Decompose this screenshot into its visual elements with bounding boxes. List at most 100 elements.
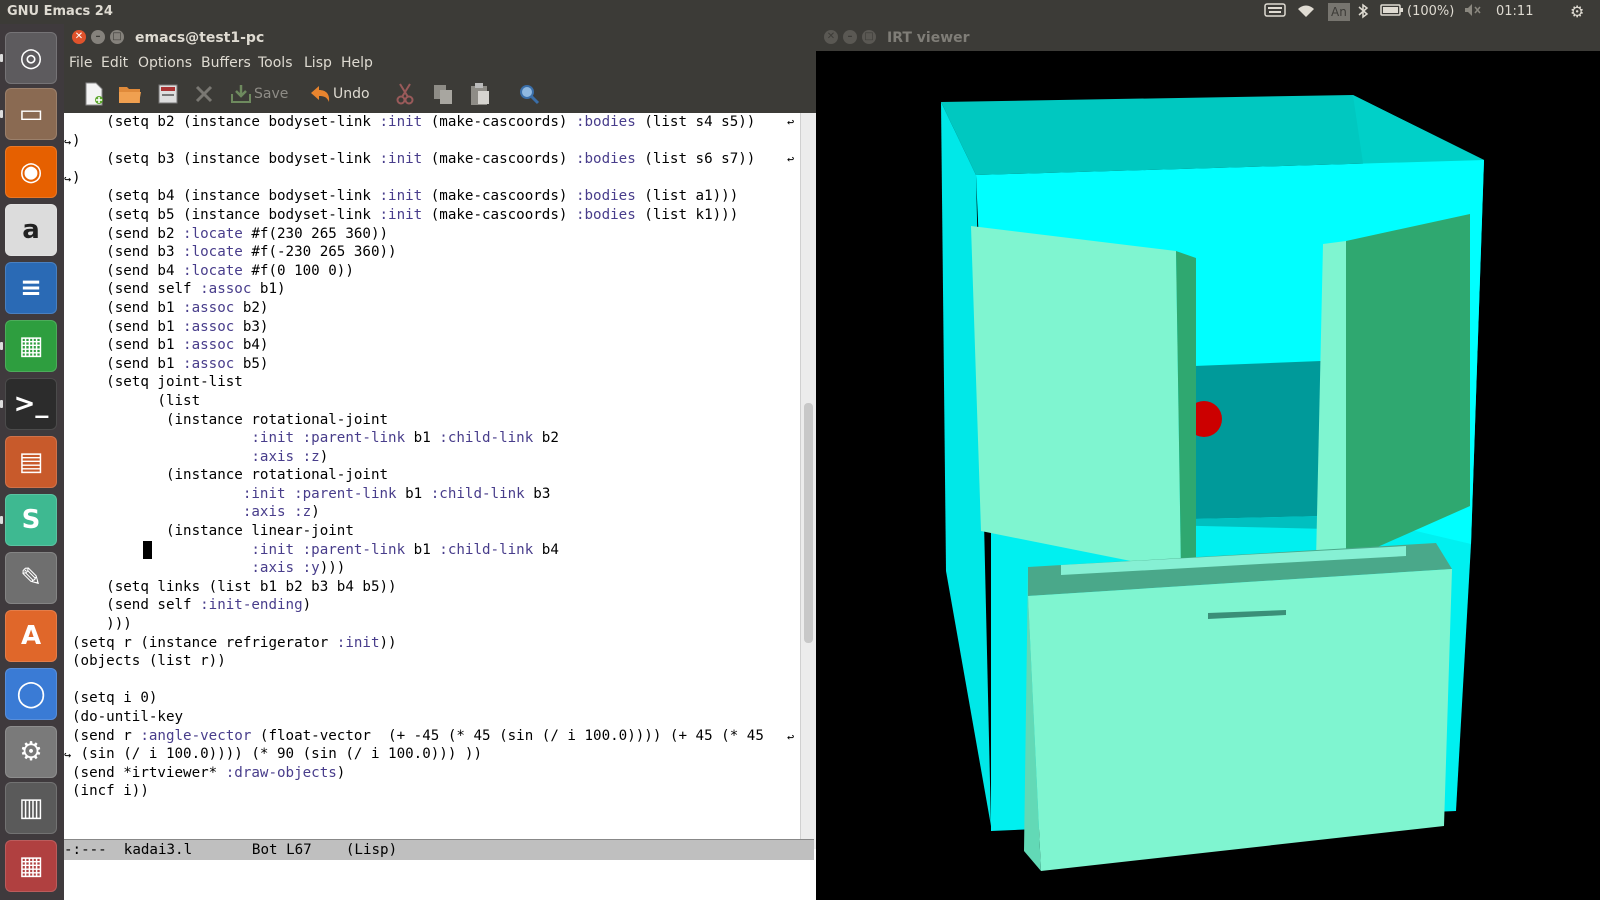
menu-help[interactable]: Help [341, 55, 373, 71]
code-line[interactable]: (send self :assoc b1) [72, 280, 764, 299]
amazon-icon[interactable]: a [5, 204, 57, 256]
battery-percent: (100%) [1407, 4, 1455, 19]
bluetooth-icon[interactable] [1357, 3, 1369, 21]
copy-icon[interactable] [432, 82, 454, 106]
maximize-icon[interactable]: □ [862, 30, 876, 44]
calc-icon[interactable]: ▦ [5, 320, 57, 372]
code-line[interactable]: (send b1 :assoc b4) [72, 336, 764, 355]
paste-icon[interactable] [469, 82, 491, 106]
menu-edit[interactable]: Edit [101, 55, 128, 71]
terminal-icon[interactable]: >_ [5, 378, 57, 430]
code-token: b1 [396, 485, 431, 502]
code-line[interactable]: (send self :init-ending) [72, 596, 764, 615]
save-button[interactable]: Save [230, 82, 288, 106]
writer-icon[interactable]: ≡ [5, 262, 57, 314]
code-line[interactable]: (send b1 :assoc b3) [72, 318, 764, 337]
code-line[interactable]: (instance rotational-joint [72, 466, 764, 485]
clock[interactable]: 01:11 [1496, 3, 1533, 21]
code-line[interactable]: (send *irtviewer* :draw-objects) [72, 764, 764, 783]
maximize-icon[interactable]: □ [110, 30, 124, 44]
code-line[interactable]: (setq links (list b1 b2 b3 b4 b5)) [72, 578, 764, 597]
wifi-icon[interactable] [1296, 3, 1316, 21]
gear-icon[interactable]: ⚙ [1570, 3, 1584, 21]
code-line[interactable]: :axis :y))) [72, 559, 764, 578]
close-icon[interactable]: ✕ [72, 30, 86, 44]
firefox-icon[interactable]: ◉ [5, 146, 57, 198]
close-buffer-icon[interactable] [157, 82, 179, 106]
code-line[interactable]: :axis :z) [72, 448, 764, 467]
code-line[interactable]: (sin (/ i 100.0)))) (* 90 (sin (/ i 100.… [72, 745, 764, 764]
code-line[interactable]: (objects (list r)) [72, 652, 764, 671]
open-folder-icon[interactable] [118, 82, 142, 106]
text-editor-icon[interactable]: ✎ [5, 552, 57, 604]
code-line[interactable]: (instance rotational-joint [72, 411, 764, 430]
battery-icon[interactable] [1380, 3, 1404, 21]
minibuffer[interactable] [64, 860, 816, 900]
scrollbar-thumb[interactable] [804, 403, 813, 643]
code-line[interactable]: (setq b5 (instance bodyset-link :init (m… [72, 206, 764, 225]
menu-file[interactable]: File [69, 55, 92, 71]
menu-tools[interactable]: Tools [258, 55, 293, 71]
code-line[interactable]: ) [72, 169, 764, 188]
system-settings-icon[interactable]: ⚙ [5, 726, 57, 778]
menu-options[interactable]: Options [138, 55, 192, 71]
menu-buffers[interactable]: Buffers [201, 55, 251, 71]
code-line[interactable]: :init :parent-link b1 :child-link b2 [72, 429, 764, 448]
files-icon[interactable]: ▭ [5, 88, 57, 140]
volume-muted-icon[interactable] [1464, 3, 1482, 21]
cut-icon[interactable] [395, 82, 415, 106]
code-line[interactable]: :init :parent-link b1 :child-link b4 [72, 541, 764, 560]
refrigerator-3d-view[interactable] [816, 51, 1600, 900]
code-token: ))) [72, 616, 132, 633]
new-file-icon[interactable] [83, 82, 105, 106]
code-line[interactable]: (setq r (instance refrigerator :init)) [72, 634, 764, 653]
minimize-icon[interactable]: – [843, 30, 857, 44]
keyboard-layout-indicator[interactable]: An [1328, 3, 1350, 21]
close-icon[interactable]: ✕ [824, 30, 838, 44]
code-line[interactable]: ) [72, 132, 764, 151]
code-token: b1 [405, 430, 440, 447]
keyword-token: :angle-vector [140, 727, 252, 744]
trash-icon[interactable]: ▦ [5, 840, 57, 892]
code-line[interactable]: (send r :angle-vector (float-vector (+ -… [72, 727, 764, 746]
workspace-icon[interactable]: ▥ [5, 782, 57, 834]
code-line[interactable]: (setq b4 (instance bodyset-link :init (m… [72, 187, 764, 206]
code-line[interactable]: (setq b2 (instance bodyset-link :init (m… [72, 113, 764, 132]
code-token: b2 [533, 430, 559, 447]
code-line[interactable]: (send b2 :locate #f(230 265 360)) [72, 225, 764, 244]
keyword-token: :init [379, 188, 423, 205]
impress-icon[interactable]: ▤ [5, 436, 57, 488]
slack-icon[interactable]: S [5, 494, 57, 546]
search-icon[interactable] [518, 82, 540, 106]
code-line[interactable]: (send b1 :assoc b2) [72, 299, 764, 318]
code-line[interactable]: (setq joint-list [72, 373, 764, 392]
keyboard-icon[interactable] [1264, 3, 1286, 21]
undo-button[interactable]: Undo [309, 82, 370, 106]
cancel-icon[interactable] [194, 82, 214, 106]
code-line[interactable]: (incf i)) [72, 782, 764, 801]
code-line[interactable]: (setq i 0) [72, 689, 764, 708]
code-line[interactable]: :init :parent-link b1 :child-link b3 [72, 485, 764, 504]
code-line[interactable]: (send b4 :locate #f(0 100 0)) [72, 262, 764, 281]
code-line[interactable]: (instance linear-joint [72, 522, 764, 541]
toolbar: Save Undo [64, 75, 816, 113]
code-token: ))) [319, 560, 346, 577]
code-line[interactable]: (list [72, 392, 764, 411]
code-line[interactable]: (do-until-key [72, 708, 764, 727]
code-line[interactable]: :axis :z) [72, 503, 764, 522]
code-buffer[interactable]: (setq b2 (instance bodyset-link :init (m… [64, 113, 800, 849]
code-text[interactable]: (setq b2 (instance bodyset-link :init (m… [72, 113, 764, 801]
code-line[interactable]: (setq b3 (instance bodyset-link :init (m… [72, 150, 764, 169]
code-line[interactable] [72, 671, 764, 690]
dash-home-icon[interactable]: ◎ [5, 32, 57, 84]
code-line[interactable]: (send b3 :locate #f(-230 265 360)) [72, 243, 764, 262]
code-line[interactable]: (send b1 :assoc b5) [72, 355, 764, 374]
firefox-glyph: ◉ [19, 157, 43, 187]
code-line[interactable]: ))) [72, 615, 764, 634]
menu-lisp[interactable]: Lisp [304, 55, 332, 71]
software-center-icon[interactable]: A [5, 610, 57, 662]
minimize-icon[interactable]: – [91, 30, 105, 44]
vertical-scrollbar[interactable] [800, 113, 817, 849]
chromium-icon[interactable]: ◯ [5, 668, 57, 720]
